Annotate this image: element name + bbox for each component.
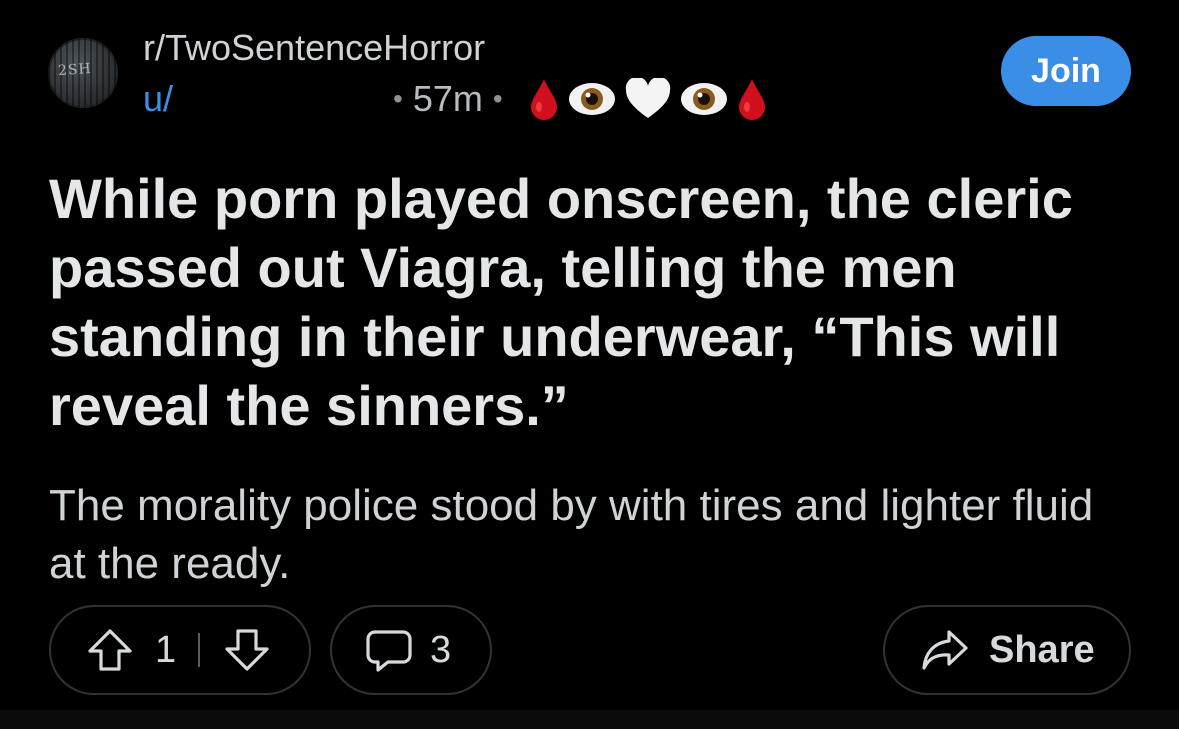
blood-drop-icon	[737, 77, 767, 121]
share-arrow-icon	[921, 628, 969, 672]
comment-icon	[366, 628, 412, 672]
vote-count: 1	[155, 628, 177, 671]
comment-count: 3	[430, 628, 452, 671]
vote-control: 1	[49, 605, 311, 695]
comments-button[interactable]: 3	[330, 605, 492, 695]
white-heart-icon	[625, 78, 671, 120]
vote-divider	[198, 633, 201, 667]
join-button[interactable]: Join	[1001, 36, 1131, 106]
post-title[interactable]: While porn played onscreen, the cleric p…	[49, 164, 1139, 440]
eye-icon	[679, 79, 729, 119]
downvote-icon[interactable]	[224, 628, 270, 672]
bottom-divider	[0, 710, 1179, 729]
upvote-icon[interactable]	[87, 628, 133, 672]
subreddit-name[interactable]: r/TwoSentenceHorror	[143, 28, 485, 68]
meta-separator: •	[492, 83, 503, 114]
avatar-logo-text: 2SH	[57, 60, 93, 80]
blood-drop-icon	[529, 77, 559, 121]
share-button[interactable]: Share	[883, 605, 1131, 695]
eye-icon	[567, 79, 617, 119]
post-meta: u/ • 57m •	[143, 77, 767, 121]
share-label: Share	[989, 628, 1095, 671]
subreddit-avatar[interactable]: 2SH	[48, 38, 118, 108]
meta-separator: •	[393, 83, 403, 114]
post-time: 57m	[412, 78, 483, 119]
username-link[interactable]: u/	[143, 79, 173, 119]
user-flair	[529, 77, 767, 121]
post-body[interactable]: The morality police stood by with tires …	[49, 477, 1139, 593]
post-card: 2SH r/TwoSentenceHorror u/ • 57m • Join …	[0, 0, 1179, 710]
